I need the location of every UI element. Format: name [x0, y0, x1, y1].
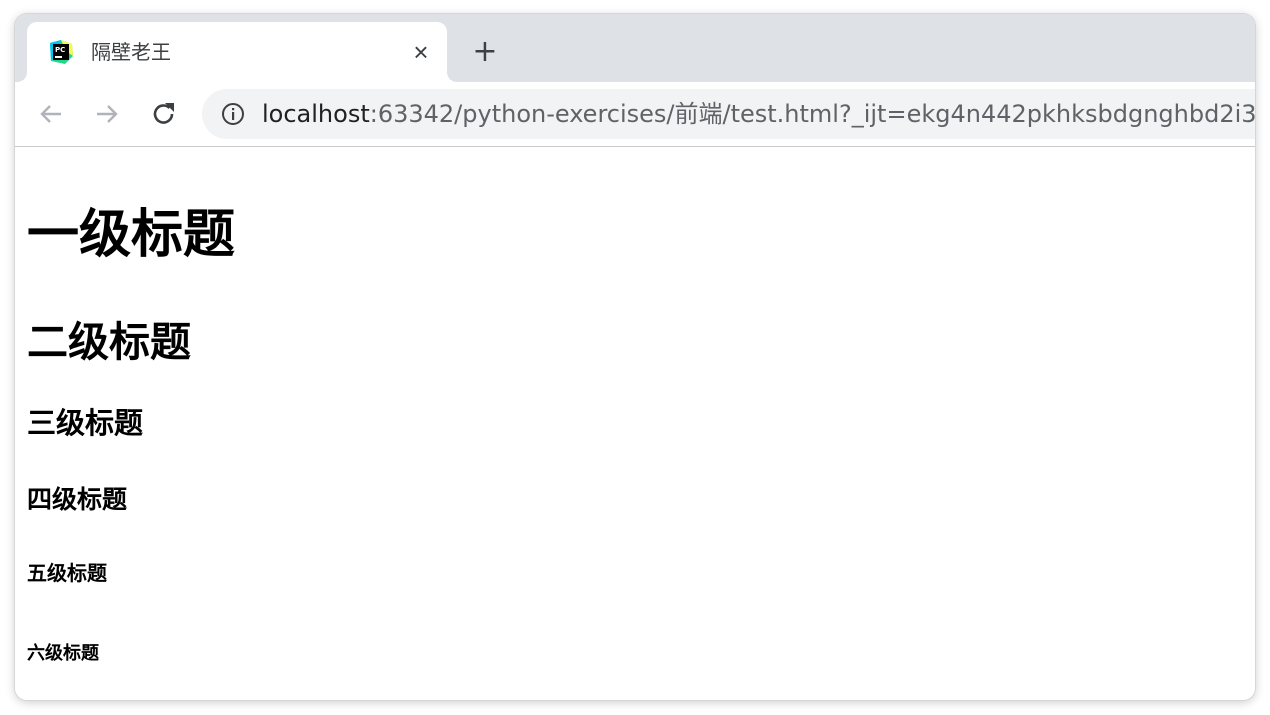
svg-text:PC: PC [55, 46, 65, 54]
url-text[interactable]: localhost:63342/python-exercises/前端/test… [262, 89, 1255, 139]
forward-button[interactable] [87, 94, 127, 134]
heading-3: 三级标题 [27, 406, 144, 440]
address-bar[interactable]: localhost:63342/python-exercises/前端/test… [202, 89, 1255, 139]
page-content: 一级标题 二级标题 三级标题 四级标题 五级标题 六级标题 [15, 147, 1255, 700]
reload-button[interactable] [144, 94, 184, 134]
heading-5: 五级标题 [27, 561, 107, 585]
reload-icon [153, 103, 174, 124]
tab-title: 隔壁老王 [91, 40, 171, 64]
back-button[interactable] [31, 94, 71, 134]
pycharm-icon: PC [48, 39, 74, 65]
heading-1: 一级标题 [27, 205, 236, 265]
arrow-right-icon [97, 105, 118, 123]
url-host: localhost [262, 100, 370, 128]
tab-active[interactable]: PC 隔壁老王 × [17, 22, 457, 82]
tab-strip: PC 隔壁老王 × + [15, 14, 1255, 82]
new-tab-button[interactable]: + [467, 34, 503, 70]
browser-window: PC 隔壁老王 × + localhost:63342/python-exerc… [15, 14, 1255, 700]
close-icon[interactable]: × [407, 38, 435, 66]
arrow-left-icon [40, 105, 61, 123]
url-path: :63342/python-exercises/前端/test.html?_ij… [369, 100, 1255, 128]
heading-6: 六级标题 [27, 643, 99, 664]
info-icon[interactable] [221, 102, 245, 126]
heading-2: 二级标题 [27, 318, 191, 366]
toolbar: localhost:63342/python-exercises/前端/test… [15, 82, 1255, 147]
heading-4: 四级标题 [27, 485, 128, 514]
